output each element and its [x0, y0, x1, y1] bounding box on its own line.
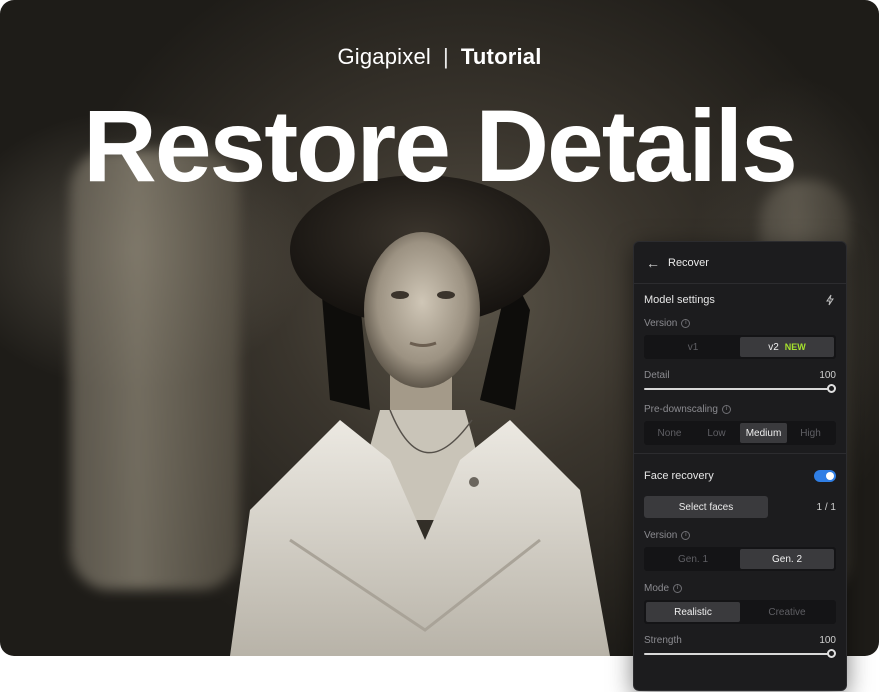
version-label: Version	[644, 317, 678, 329]
face-version-option-gen1[interactable]: Gen. 1	[646, 549, 740, 569]
predownscaling-label: Pre-downscaling	[644, 403, 718, 415]
predownscaling-label-row: Pre-downscaling i	[644, 400, 836, 418]
info-icon[interactable]: i	[721, 404, 731, 414]
mode-label: Mode	[644, 582, 670, 594]
face-recovery-label: Face recovery	[644, 470, 714, 482]
face-recovery-switch[interactable]	[814, 470, 836, 482]
strength-slider-header: Strength 100	[644, 632, 836, 648]
brand-line: Gigapixel | Tutorial	[0, 44, 879, 70]
version-option-v2[interactable]: v2 NEW	[740, 337, 834, 357]
model-version-toggle: v1 v2 NEW	[644, 335, 836, 359]
predownscaling-option-medium[interactable]: Medium	[740, 423, 787, 443]
panel-header: ← Recover	[634, 242, 846, 284]
face-recovery-section: Face recovery Select faces 1 / 1 Version…	[634, 462, 846, 658]
recover-panel: ← Recover Model settings Version i v1 v2…	[633, 241, 847, 691]
info-icon[interactable]: i	[673, 583, 683, 593]
face-version-toggle: Gen. 1 Gen. 2	[644, 547, 836, 571]
mode-label-row: Mode i	[644, 579, 836, 597]
lightning-icon[interactable]	[824, 294, 836, 306]
brand-section: Tutorial	[460, 44, 542, 69]
info-icon[interactable]: i	[681, 530, 691, 540]
strength-value: 100	[819, 634, 836, 646]
strength-label: Strength	[644, 634, 682, 646]
detail-slider-header: Detail 100	[644, 367, 836, 383]
model-settings-header: Model settings	[644, 286, 836, 314]
detail-slider-handle[interactable]	[827, 384, 836, 393]
panel-title: Recover	[668, 256, 709, 269]
mode-option-realistic[interactable]: Realistic	[646, 602, 740, 622]
face-recovery-header: Face recovery	[644, 462, 836, 490]
brand-name: Gigapixel	[337, 44, 431, 69]
info-icon[interactable]: i	[681, 318, 691, 328]
select-faces-row: Select faces 1 / 1	[644, 494, 836, 520]
detail-label: Detail	[644, 369, 670, 381]
strength-slider-handle[interactable]	[827, 649, 836, 658]
predownscaling-toggle: None Low Medium High	[644, 421, 836, 445]
face-version-label-row: Version i	[644, 526, 836, 544]
faces-count: 1 / 1	[816, 501, 836, 513]
version-label-row: Version i	[644, 314, 836, 332]
select-faces-button[interactable]: Select faces	[644, 496, 768, 518]
new-badge: NEW	[784, 342, 806, 352]
predownscaling-option-high[interactable]: High	[787, 423, 834, 443]
face-version-label: Version	[644, 529, 678, 541]
model-settings-label: Model settings	[644, 294, 715, 306]
section-divider	[634, 453, 846, 454]
arrow-left-icon[interactable]: ←	[646, 255, 660, 271]
page-title: Restore Details	[83, 89, 798, 203]
brand-separator: |	[442, 44, 449, 69]
predownscaling-option-low[interactable]: Low	[693, 423, 740, 443]
portrait-photo	[230, 175, 610, 656]
version-option-v1[interactable]: v1	[646, 337, 740, 357]
strength-slider[interactable]	[644, 649, 836, 658]
predownscaling-option-none[interactable]: None	[646, 423, 693, 443]
detail-slider[interactable]	[644, 384, 836, 393]
face-version-option-gen2[interactable]: Gen. 2	[740, 549, 834, 569]
detail-value: 100	[819, 369, 836, 381]
mode-option-creative[interactable]: Creative	[740, 602, 834, 622]
mode-toggle: Realistic Creative	[644, 600, 836, 624]
model-settings-section: Model settings Version i v1 v2 NEW Detail…	[634, 286, 846, 445]
